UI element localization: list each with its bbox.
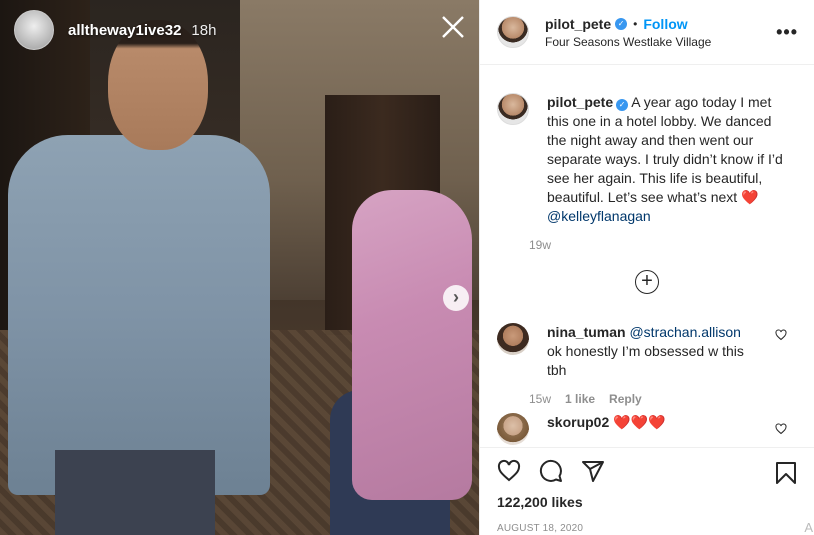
comment-text: ❤️❤️❤️	[613, 414, 666, 430]
heart-icon[interactable]	[496, 458, 522, 484]
load-more-comments-icon[interactable]: +	[635, 270, 659, 294]
post-location[interactable]: Four Seasons Westlake Village	[545, 35, 711, 49]
follow-button[interactable]: Follow	[643, 16, 687, 32]
comment: skorup02 ❤️❤️❤️	[497, 413, 797, 445]
comment-timestamp: 15w	[529, 392, 552, 406]
share-icon[interactable]	[580, 458, 606, 484]
post-username[interactable]: pilot_pete	[545, 16, 611, 32]
media-person-man	[8, 135, 270, 495]
comment-username[interactable]: skorup02	[547, 414, 609, 430]
media-username[interactable]: alltheway1ive32	[68, 22, 181, 39]
chevron-right-icon[interactable]: ›	[443, 285, 469, 311]
media-user-avatar[interactable]	[14, 10, 54, 50]
like-comment-heart-icon[interactable]	[775, 329, 787, 344]
bookmark-icon[interactable]	[773, 460, 799, 486]
post-media[interactable]: alltheway1ive32 18h ›	[0, 0, 479, 535]
comment-username[interactable]: nina_tuman	[547, 324, 626, 340]
comment: nina_tuman @strachan.allison ok honestly…	[497, 323, 797, 406]
like-count[interactable]: 122,200 likes	[480, 494, 814, 510]
caption-username[interactable]: pilot_pete	[547, 94, 613, 110]
caption: pilot_pete ✓ A year ago today I met this …	[480, 65, 814, 252]
comment-likes[interactable]: 1 like	[565, 392, 595, 406]
corner-text: A	[804, 520, 813, 535]
more-options-icon[interactable]: •••	[776, 22, 798, 43]
reply-button[interactable]: Reply	[609, 392, 642, 406]
post-panel: pilot_pete ✓ • Follow Four Seasons Westl…	[479, 0, 814, 535]
caption-timestamp[interactable]: 19w	[529, 238, 787, 252]
comment-avatar[interactable]	[497, 323, 529, 355]
media-person-man-pants	[55, 450, 215, 535]
media-timestamp: 18h	[191, 21, 217, 39]
verified-icon: ✓	[616, 99, 629, 111]
caption-avatar[interactable]	[497, 93, 529, 125]
heart-emoji: ❤️	[741, 189, 759, 205]
post-header: pilot_pete ✓ • Follow Four Seasons Westl…	[480, 0, 814, 65]
comments-section[interactable]: pilot_pete ✓ A year ago today I met this …	[480, 65, 814, 447]
comment-mention[interactable]: @strachan.allison	[629, 324, 741, 340]
separator-dot: •	[633, 16, 638, 31]
caption-mention[interactable]: @kelleyflanagan	[547, 208, 651, 224]
verified-icon: ✓	[615, 17, 628, 30]
media-story-user[interactable]: alltheway1ive32 18h	[14, 10, 216, 50]
comment-icon[interactable]	[538, 458, 564, 484]
avatar[interactable]	[497, 16, 529, 48]
close-icon[interactable]	[440, 15, 466, 41]
like-comment-heart-icon[interactable]	[775, 423, 787, 438]
comment-text: ok honestly I’m obsessed w this tbh	[547, 343, 744, 378]
post-date: AUGUST 18, 2020	[497, 523, 584, 534]
media-person-woman-scarf	[352, 190, 472, 500]
comment-avatar[interactable]	[497, 413, 529, 445]
post-actions: 122,200 likes AUGUST 18, 2020 A	[480, 447, 814, 535]
